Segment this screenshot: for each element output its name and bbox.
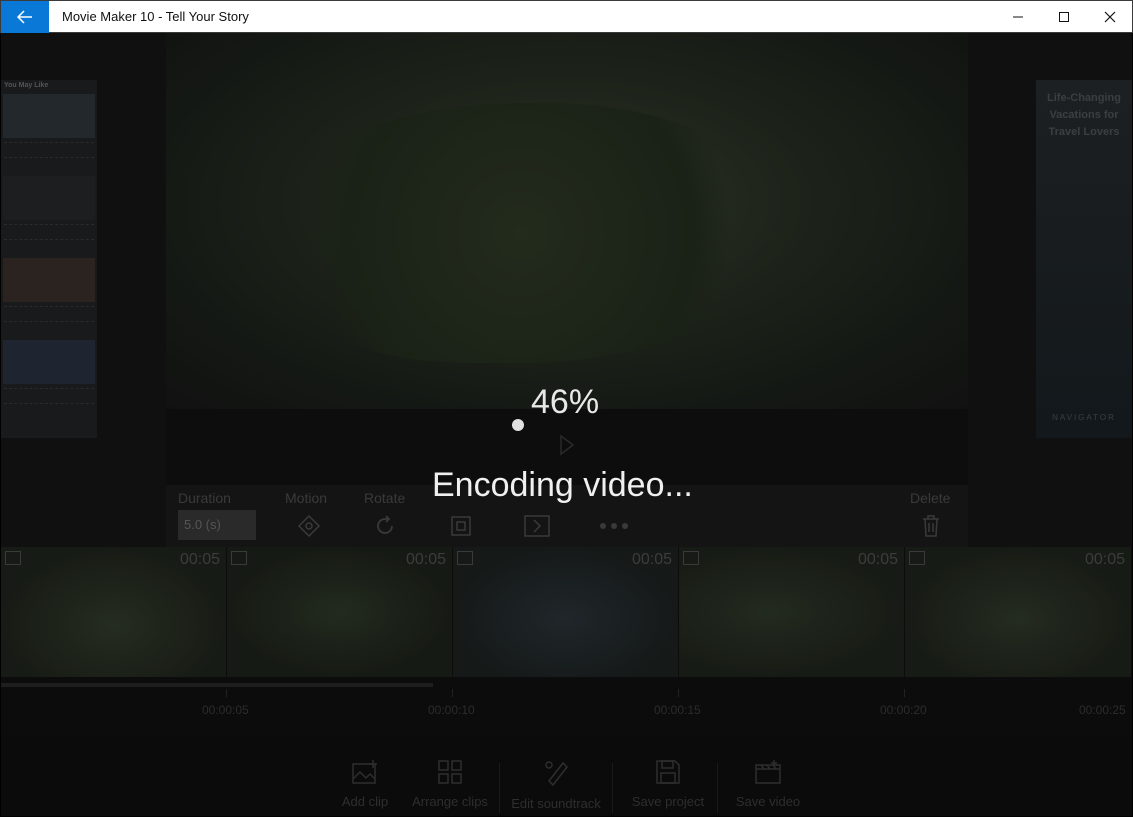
maximize-icon — [1059, 12, 1069, 22]
back-button[interactable] — [1, 1, 49, 33]
close-icon — [1104, 11, 1116, 23]
title-bar: Movie Maker 10 - Tell Your Story — [0, 0, 1133, 33]
minimize-button[interactable] — [995, 1, 1041, 33]
window-title: Movie Maker 10 - Tell Your Story — [62, 9, 249, 24]
progress-spinner — [512, 419, 524, 431]
minimize-icon — [1013, 16, 1023, 18]
close-button[interactable] — [1087, 1, 1133, 33]
play-icon — [558, 434, 576, 461]
maximize-button[interactable] — [1041, 1, 1087, 33]
encoding-overlay — [1, 33, 1132, 816]
back-arrow-icon — [17, 10, 32, 24]
encoding-status: Encoding video... — [432, 466, 693, 504]
encoding-percent: 46% — [531, 383, 600, 421]
